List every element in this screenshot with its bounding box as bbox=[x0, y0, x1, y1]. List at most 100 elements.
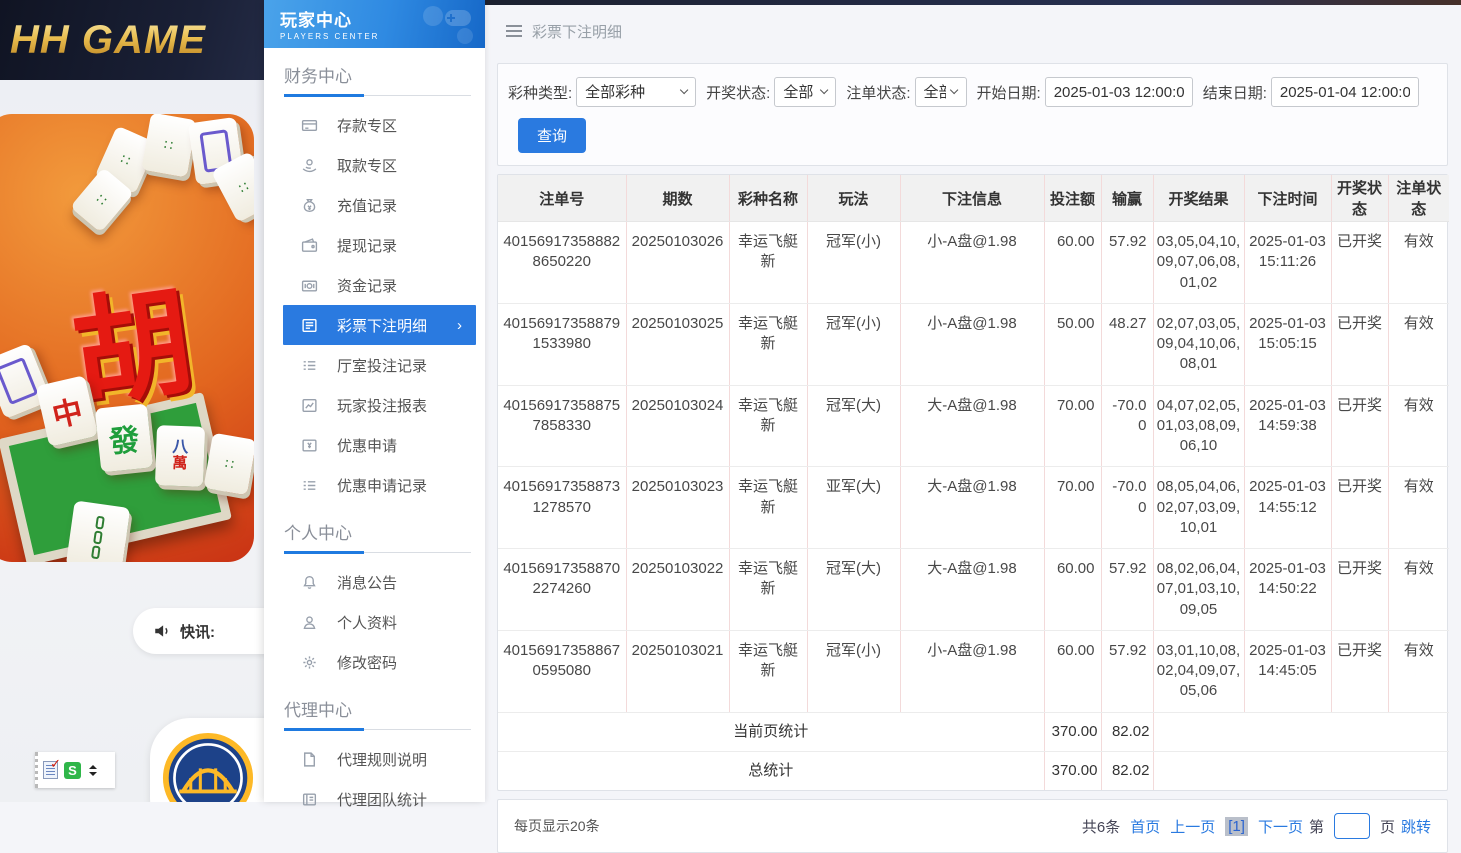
banknote-icon bbox=[301, 277, 318, 294]
draw-status-select[interactable]: 全部 bbox=[774, 77, 836, 107]
lottery-type-select[interactable]: 全部彩种 bbox=[576, 77, 696, 107]
column-header: 期数 bbox=[626, 175, 729, 222]
first-page-link[interactable]: 首页 bbox=[1130, 816, 1160, 837]
mahjong-tile-bawan: 八 萬 bbox=[155, 425, 205, 487]
site-background: HH GAME ∷ ∷ ∷ ∷ 胡 中 發 八 萬 ∷ 快讯: bbox=[0, 0, 264, 802]
hand-coin-icon bbox=[301, 157, 318, 174]
list-bullets-icon bbox=[301, 357, 318, 374]
prev-page-link[interactable]: 上一页 bbox=[1170, 816, 1215, 837]
hamburger-icon[interactable] bbox=[506, 25, 522, 37]
end-date-label: 结束日期: bbox=[1203, 82, 1267, 103]
start-date-input[interactable] bbox=[1045, 77, 1193, 107]
warriors-logo bbox=[162, 732, 254, 802]
section-divider bbox=[284, 728, 471, 731]
sidebar-item-player-bet-report[interactable]: 玩家投注报表 bbox=[264, 385, 485, 425]
total-count: 共6条 bbox=[1082, 816, 1120, 837]
coupon-icon bbox=[301, 437, 318, 454]
ticker-label: 快讯: bbox=[180, 621, 215, 642]
bell-icon bbox=[301, 574, 318, 591]
sidebar-item-deposit[interactable]: 存款专区 bbox=[264, 105, 485, 145]
section-title-finance: 财务中心 bbox=[264, 48, 485, 87]
mahjong-tile-strings bbox=[66, 500, 131, 562]
summary-label: 总统计 bbox=[498, 751, 1044, 790]
bet-status-select[interactable]: 全部 bbox=[915, 77, 967, 107]
toolbar-collapse-arrows[interactable] bbox=[89, 765, 97, 776]
green-s-icon[interactable]: S bbox=[64, 762, 81, 779]
table-row: 401569173588731278570 20250103023 幸运飞艇新 … bbox=[498, 467, 1449, 549]
current-page: [1] bbox=[1225, 817, 1248, 836]
column-header: 输赢 bbox=[1101, 175, 1153, 222]
draw-status-label: 开奖状态: bbox=[706, 82, 770, 103]
site-logo: HH GAME bbox=[0, 18, 206, 63]
column-header: 下注时间 bbox=[1244, 175, 1331, 222]
column-header: 开奖状态 bbox=[1331, 175, 1388, 222]
breadcrumb: 彩票下注明细 bbox=[485, 5, 1461, 57]
table-row: 401569173588702274260 20250103022 幸运飞艇新 … bbox=[498, 549, 1449, 631]
sidebar-item-hall-bet-records[interactable]: 厅室投注记录 bbox=[264, 345, 485, 385]
sidebar-item-withdraw[interactable]: 取款专区 bbox=[264, 145, 485, 185]
column-header: 下注信息 bbox=[900, 175, 1044, 222]
sidebar-item-withdraw-records[interactable]: 提现记录 bbox=[264, 225, 485, 265]
column-header: 玩法 bbox=[807, 175, 900, 222]
speaker-icon bbox=[153, 622, 171, 640]
nba-news-card[interactable]: NB 官 bbox=[150, 718, 264, 802]
jump-label-post: 页 bbox=[1380, 816, 1395, 837]
summary-row-current-page: 当前页统计 370.00 82.02 bbox=[498, 712, 1449, 751]
notepad-check-icon[interactable] bbox=[43, 761, 58, 779]
column-header: 注单状态 bbox=[1388, 175, 1449, 222]
sidebar-item-promo-apply-records[interactable]: 优惠申请记录 bbox=[264, 465, 485, 505]
wallet-icon bbox=[301, 237, 318, 254]
gear-icon bbox=[301, 654, 318, 671]
floating-toolbar[interactable]: S bbox=[35, 752, 115, 788]
chevron-right-icon: › bbox=[457, 317, 462, 334]
sidebar-item-change-password[interactable]: 修改密码 bbox=[264, 642, 485, 682]
gamepad-icon bbox=[407, 4, 477, 48]
site-logo-bar: HH GAME bbox=[0, 0, 264, 80]
document-icon bbox=[301, 751, 318, 768]
start-date-label: 开始日期: bbox=[977, 82, 1041, 103]
bets-table-card: 注单号 期数 彩种名称 玩法 下注信息 投注额 输赢 开奖结果 下注时间 开奖状… bbox=[497, 174, 1448, 791]
sidebar-item-agent-team-stats[interactable]: 代理团队统计 bbox=[264, 779, 485, 819]
sidebar-item-promo-apply[interactable]: 优惠申请 bbox=[264, 425, 485, 465]
section-title-personal: 个人中心 bbox=[264, 505, 485, 544]
filter-panel: 彩种类型: 全部彩种 开奖状态: 全部 注单状态: 全部 开始日期: 结束日期:… bbox=[497, 63, 1448, 166]
mahjong-tile-fa: 發 bbox=[95, 403, 153, 472]
bets-table: 注单号 期数 彩种名称 玩法 下注信息 投注额 输赢 开奖结果 下注时间 开奖状… bbox=[498, 175, 1449, 790]
mahjong-tile: ∷ bbox=[203, 433, 254, 496]
sidebar-item-recharge-records[interactable]: 充值记录 bbox=[264, 185, 485, 225]
player-center-sidebar: 玩家中心 PLAYERS CENTER 财务中心 存款专区 取款专区 充值记录 … bbox=[264, 0, 485, 802]
main-content: 彩票下注明细 彩种类型: 全部彩种 开奖状态: 全部 注单状态: 全部 开始日期… bbox=[485, 0, 1461, 802]
mahjong-tile: ∷ bbox=[141, 114, 196, 178]
bet-status-label: 注单状态: bbox=[846, 82, 910, 103]
page-title: 彩票下注明细 bbox=[532, 21, 622, 42]
sidebar-item-funds-records[interactable]: 资金记录 bbox=[264, 265, 485, 305]
section-title-agent: 代理中心 bbox=[264, 682, 485, 721]
money-bag-icon bbox=[301, 197, 318, 214]
per-page-label: 每页显示20条 bbox=[514, 816, 600, 836]
column-header: 彩种名称 bbox=[729, 175, 807, 222]
book-stats-icon bbox=[301, 791, 318, 808]
summary-row-total: 总统计 370.00 82.02 bbox=[498, 751, 1449, 790]
jump-label-pre: 第 bbox=[1309, 816, 1324, 837]
sidebar-item-agent-rules[interactable]: 代理规则说明 bbox=[264, 739, 485, 779]
next-page-link[interactable]: 下一页 bbox=[1258, 816, 1303, 837]
mahjong-promo-banner: ∷ ∷ ∷ ∷ 胡 中 發 八 萬 ∷ bbox=[0, 114, 254, 562]
section-divider bbox=[284, 94, 471, 97]
section-divider bbox=[284, 551, 471, 554]
sidebar-item-lottery-bet-details[interactable]: 彩票下注明细 › bbox=[283, 305, 476, 345]
lottery-type-label: 彩种类型: bbox=[508, 82, 572, 103]
news-ticker[interactable]: 快讯: bbox=[133, 608, 264, 654]
end-date-input[interactable] bbox=[1271, 77, 1419, 107]
query-button[interactable]: 查询 bbox=[518, 118, 586, 153]
jump-button[interactable]: 跳转 bbox=[1401, 816, 1431, 837]
page-jump-input[interactable] bbox=[1334, 813, 1370, 839]
column-header: 注单号 bbox=[498, 175, 626, 222]
person-icon bbox=[301, 614, 318, 631]
table-row: 401569173588757858330 20250103024 幸运飞艇新 … bbox=[498, 385, 1449, 467]
table-row: 401569173588670595080 20250103021 幸运飞艇新 … bbox=[498, 630, 1449, 712]
summary-label: 当前页统计 bbox=[498, 712, 1044, 751]
sidebar-item-profile[interactable]: 个人资料 bbox=[264, 602, 485, 642]
chart-report-icon bbox=[301, 397, 318, 414]
table-row: 401569173588791533980 20250103025 幸运飞艇新 … bbox=[498, 303, 1449, 385]
sidebar-item-announcements[interactable]: 消息公告 bbox=[264, 562, 485, 602]
